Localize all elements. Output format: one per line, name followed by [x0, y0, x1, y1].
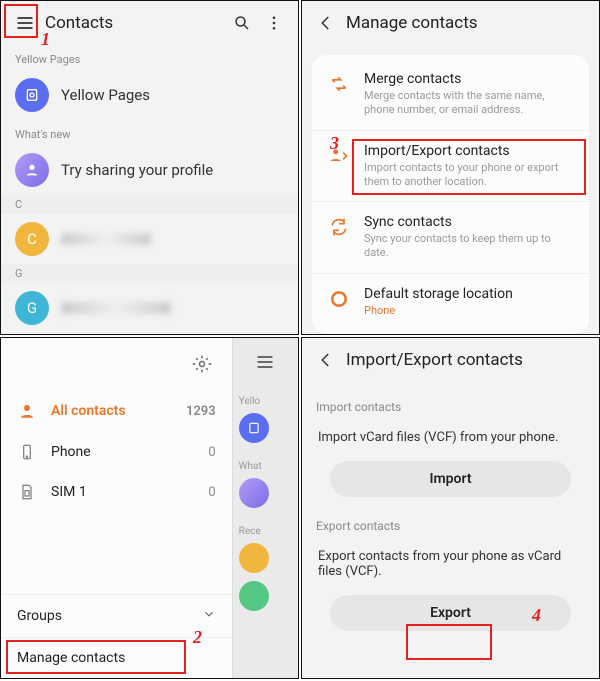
drawer: All contacts 1293 Phone 0 SIM 1 0 Grou	[1, 338, 233, 678]
section-yellow-pages: Yellow Pages	[1, 45, 298, 70]
phone-row[interactable]: Phone 0	[1, 432, 232, 472]
chevron-down-icon	[202, 607, 216, 625]
manage-card: Merge contacts Merge contacts with the s…	[312, 55, 589, 334]
phone-label: Phone	[51, 444, 91, 460]
search-icon[interactable]	[226, 7, 258, 39]
avatar-g: G	[15, 291, 49, 325]
avatar-c-letter: C	[27, 230, 37, 248]
all-contacts-count: 1293	[186, 404, 216, 419]
header: Contacts	[1, 1, 298, 45]
gear-icon[interactable]	[186, 348, 218, 380]
sim-count: 0	[208, 485, 215, 500]
bg-hamburger-icon	[233, 346, 298, 378]
section-whats-new: What's new	[1, 120, 298, 145]
manage-contacts-row[interactable]: Manage contacts	[1, 638, 232, 678]
import-section-label: Import contacts	[302, 382, 599, 418]
yellow-pages-label: Yellow Pages	[61, 86, 150, 104]
default-storage-row[interactable]: Default storage location Phone	[312, 273, 589, 330]
background-list: Yello What Rece	[233, 338, 298, 678]
all-contacts-label: All contacts	[51, 403, 126, 419]
import-export-row[interactable]: Import/Export contacts Import contacts t…	[312, 130, 589, 202]
page-title: Manage contacts	[346, 13, 591, 33]
page-title: Import/Export contacts	[346, 350, 591, 370]
try-sharing-row[interactable]: Try sharing your profile	[1, 145, 298, 195]
import-button[interactable]: Import	[330, 461, 571, 497]
merge-contacts-row[interactable]: Merge contacts Merge contacts with the s…	[312, 59, 589, 130]
contact-row-g[interactable]: G	[1, 283, 298, 333]
import-export-icon	[328, 145, 350, 167]
sync-title: Sync contacts	[364, 214, 573, 230]
bg-section-what: What	[233, 447, 298, 474]
person-icon	[17, 402, 37, 420]
panel-drawer: Yello What Rece All contacts 1293	[0, 337, 299, 679]
groups-row[interactable]: Groups	[1, 595, 232, 637]
merge-title: Merge contacts	[364, 71, 573, 87]
sync-contacts-row[interactable]: Sync contacts Sync your contacts to keep…	[312, 201, 589, 273]
import-desc: Import vCard files (VCF) from your phone…	[302, 418, 599, 457]
bg-profile-icon	[239, 478, 269, 508]
import-export-desc: Import contacts to your phone or export …	[364, 161, 573, 190]
hamburger-icon[interactable]	[9, 7, 41, 39]
back-icon[interactable]	[310, 7, 342, 39]
sim-row[interactable]: SIM 1 0	[1, 472, 232, 512]
storage-value: Phone	[364, 304, 513, 318]
manage-contacts-label: Manage contacts	[17, 650, 125, 666]
merge-icon	[328, 73, 350, 95]
header: Manage contacts	[302, 1, 599, 45]
bg-yellow-pages-icon	[239, 413, 269, 443]
groups-label: Groups	[17, 608, 62, 624]
section-g: G	[1, 264, 298, 283]
yellow-pages-row[interactable]: Yellow Pages	[1, 70, 298, 120]
panel-import-export: Import/Export contacts Import contacts I…	[301, 337, 600, 679]
panel-contacts-list: Contacts Yellow Pages Yellow Pages What'…	[0, 0, 299, 335]
section-c: C	[1, 195, 298, 214]
bg-avatar-c	[239, 543, 269, 573]
back-icon[interactable]	[310, 344, 342, 376]
export-button-label: Export	[430, 605, 471, 621]
bg-section-rece: Rece	[233, 512, 298, 539]
page-title: Contacts	[45, 13, 226, 33]
phone-icon	[17, 444, 37, 460]
try-sharing-label: Try sharing your profile	[61, 161, 213, 179]
header: Import/Export contacts	[302, 338, 599, 382]
sync-desc: Sync your contacts to keep them up to da…	[364, 232, 573, 261]
import-export-title: Import/Export contacts	[364, 143, 573, 159]
storage-icon	[328, 288, 350, 310]
all-contacts-row[interactable]: All contacts 1293	[1, 390, 232, 432]
profile-share-icon	[15, 153, 49, 187]
bg-avatar-g	[239, 581, 269, 611]
import-button-label: Import	[429, 471, 471, 487]
phone-count: 0	[208, 445, 215, 460]
sync-icon	[328, 216, 350, 238]
yellow-pages-icon	[15, 78, 49, 112]
more-icon[interactable]	[258, 7, 290, 39]
export-button[interactable]: Export	[330, 595, 571, 631]
sim-icon	[17, 484, 37, 500]
bg-section-yellow: Yello	[233, 378, 298, 409]
avatar-c: C	[15, 222, 49, 256]
contact-name-blurred	[61, 302, 171, 314]
panel-manage-contacts: Manage contacts Merge contacts Merge con…	[301, 0, 600, 335]
export-section-label: Export contacts	[302, 511, 599, 537]
avatar-g-letter: G	[27, 299, 37, 317]
contact-row-c[interactable]: C	[1, 214, 298, 264]
storage-title: Default storage location	[364, 286, 513, 302]
merge-desc: Merge contacts with the same name, phone…	[364, 89, 573, 118]
export-desc: Export contacts from your phone as vCard…	[302, 537, 599, 591]
contact-name-blurred	[61, 233, 151, 245]
sim-label: SIM 1	[51, 484, 87, 500]
